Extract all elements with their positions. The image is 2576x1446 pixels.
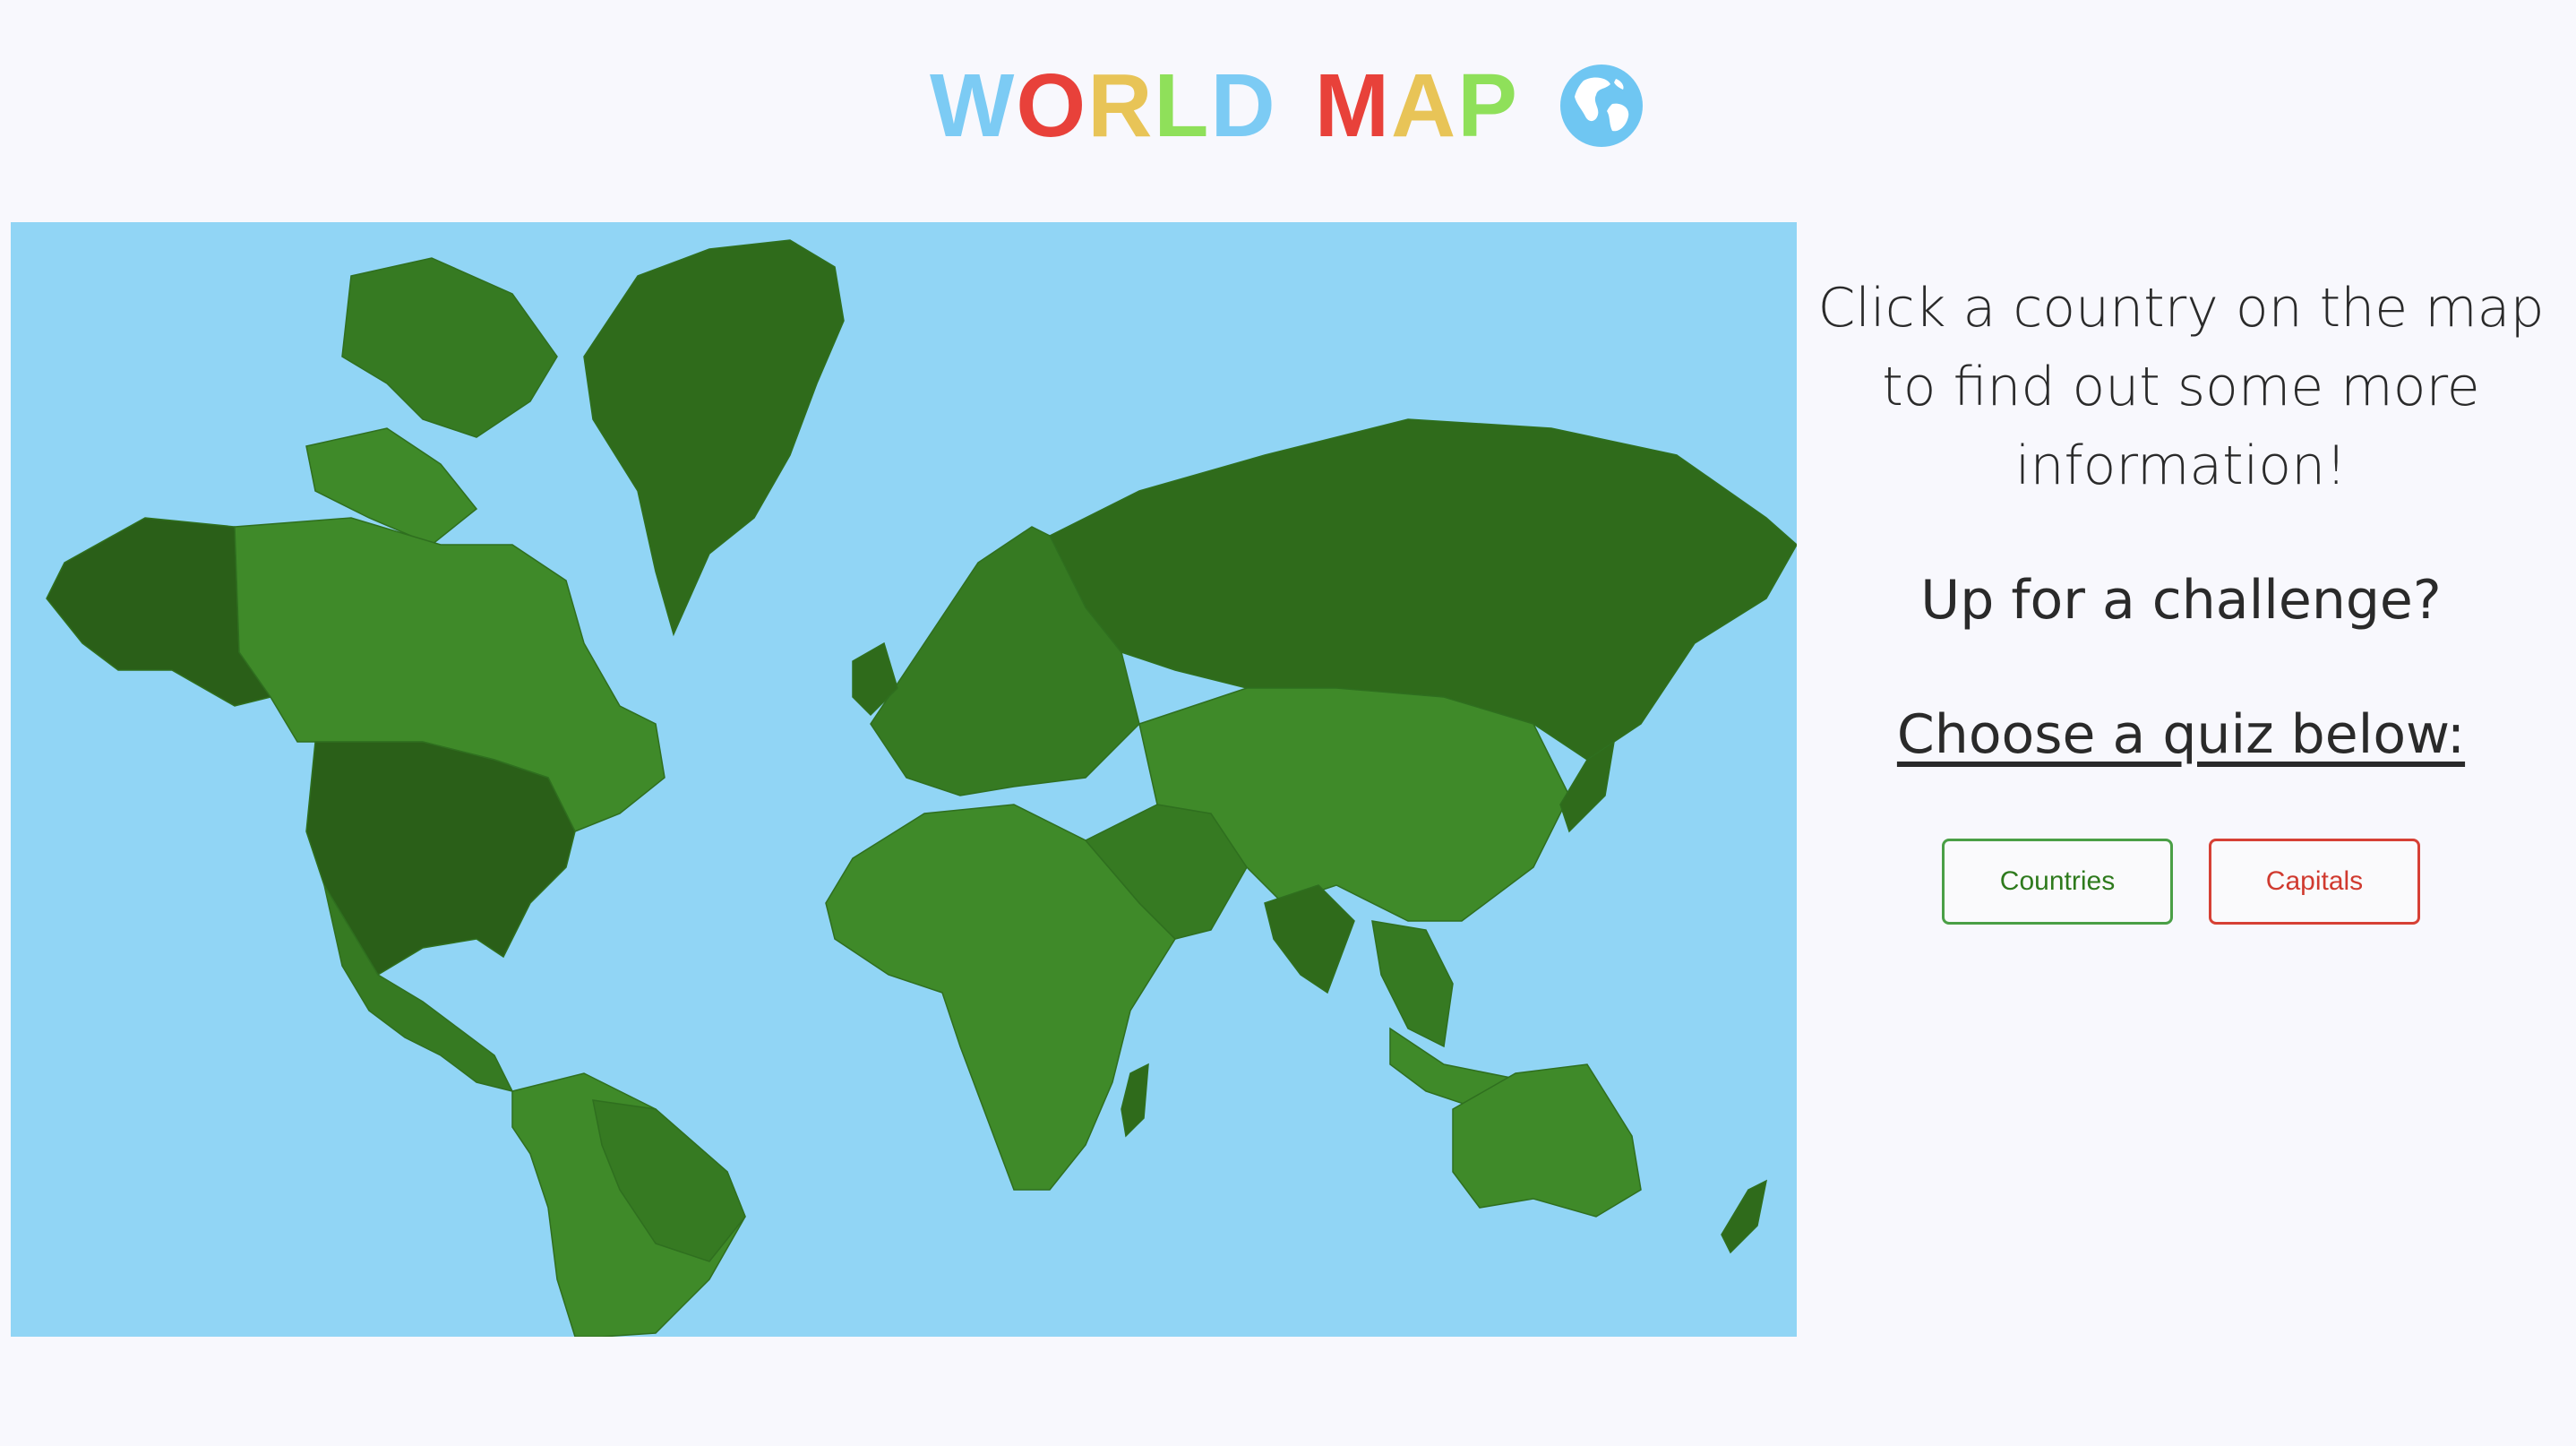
title-letter: L — [1154, 55, 1211, 156]
country-new-zealand[interactable] — [1721, 1179, 1768, 1254]
info-panel: Click a country on the map to find out s… — [1797, 269, 2565, 925]
globe-icon — [1559, 65, 1643, 147]
country-southeast-asia[interactable] — [1371, 920, 1454, 1048]
title-letter: W — [930, 55, 1017, 156]
country-india[interactable] — [1264, 884, 1355, 994]
world-map[interactable] — [11, 222, 1797, 1337]
country-greenland[interactable] — [583, 239, 845, 637]
title-letter: O — [1016, 55, 1088, 156]
choose-quiz-heading: Choose a quiz below: — [1896, 703, 2466, 766]
title-letter: A — [1391, 55, 1458, 156]
title-word-map: MAP — [1315, 55, 1519, 158]
countries-quiz-button[interactable]: Countries — [1942, 839, 2173, 925]
intro-text: Click a country on the map to find out s… — [1817, 277, 2545, 497]
title-letter: R — [1087, 55, 1155, 156]
title-letter: P — [1457, 55, 1519, 156]
title-word-world: WORLD — [930, 55, 1277, 158]
world-map-svg[interactable] — [11, 222, 1797, 1337]
quiz-buttons: Countries Capitals — [1797, 839, 2565, 925]
title-letter: D — [1210, 55, 1277, 156]
challenge-text: Up for a challenge? — [1920, 569, 2442, 632]
page-title: WORLD MAP — [0, 52, 2576, 159]
country-madagascar[interactable] — [1121, 1063, 1149, 1138]
title-letter: M — [1314, 55, 1392, 156]
capitals-quiz-button[interactable]: Capitals — [2209, 839, 2420, 925]
country-canada-islands[interactable] — [341, 257, 558, 438]
